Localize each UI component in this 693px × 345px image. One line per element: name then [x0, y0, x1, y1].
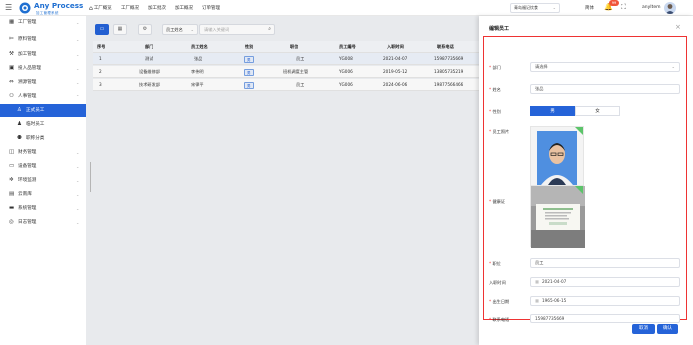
sidebar-item-finance[interactable]: ◫ 财务管理 ⌄	[0, 146, 86, 159]
phone-label: * 联系电话	[489, 317, 510, 322]
nav-item-batch[interactable]: 加工批次	[148, 5, 166, 11]
photo-label: * 员工照片	[489, 129, 510, 134]
enterprise-select[interactable]: 青岛福记饮食 ⌄	[510, 3, 560, 13]
sidebar-item-device[interactable]: ▭ 设备管理 ⌄	[0, 160, 86, 173]
gender-male-option[interactable]: 男	[530, 106, 575, 116]
calendar-icon: ▦	[535, 279, 539, 284]
upload-success-icon	[575, 127, 583, 135]
certificate-image	[531, 186, 585, 248]
chevron-down-icon: ⌄	[76, 66, 80, 71]
chevron-down-icon: ⌄	[76, 37, 80, 42]
calendar-icon: ▦	[535, 298, 539, 303]
brand-subtitle: 加工管理系统	[36, 10, 59, 15]
health-cert-photo[interactable]	[530, 185, 585, 248]
sidebar-item-processing[interactable]: ⚒ 加工管理 ⌄	[0, 48, 86, 61]
cancel-button[interactable]: 取消	[632, 324, 655, 334]
chevron-down-icon: ⌄	[552, 5, 556, 10]
sidebar-item-temp-staff[interactable]: ♟ 临时员工	[0, 118, 86, 131]
portrait-image	[537, 131, 577, 185]
people-icon: ⚇	[9, 93, 14, 99]
name-input[interactable]: 张品	[530, 84, 680, 94]
health-cert-label: * 健康证	[489, 199, 506, 204]
top-bar: ☰ Any Process 加工管理系统 ⌂工厂概览 工厂概况 加工批次 加工概…	[0, 0, 693, 16]
nav-item-factory-status[interactable]: 工厂概况	[121, 5, 139, 11]
upload-success-icon	[575, 186, 583, 194]
box-icon: ▣	[9, 65, 15, 71]
hire-date-label: 入职时间	[489, 280, 506, 285]
dept-select[interactable]: 请选择 ⌄	[530, 62, 680, 72]
log-icon: ◎	[9, 219, 14, 225]
drawer-mask	[86, 16, 479, 345]
home-icon: ⌂	[89, 5, 93, 12]
wallet-icon: ◫	[9, 149, 15, 155]
chevron-down-icon: ⌄	[76, 52, 80, 57]
gender-female-option[interactable]: 女	[575, 106, 620, 116]
chevron-down-icon: ⌄	[76, 150, 80, 155]
sidebar-item-factory[interactable]: ▦ 工厂管理 ⌄	[0, 16, 86, 29]
sidebar-item-formal-staff[interactable]: ♙ 正式员工	[0, 104, 86, 117]
chevron-down-icon: ⌄	[76, 20, 80, 25]
drawer-title: 编辑员工	[489, 26, 510, 32]
chevron-down-icon: ⌄	[671, 64, 675, 69]
chevron-up-icon: ⌃	[76, 94, 80, 99]
chevron-down-icon: ⌄	[76, 192, 80, 197]
dept-label: * 部门	[489, 65, 501, 70]
leaf-icon: ✄	[9, 36, 14, 42]
nav-item-orders[interactable]: 订单管理	[202, 5, 220, 11]
notification-badge: 99	[609, 0, 619, 6]
grid-icon: ▦	[9, 19, 15, 25]
sidebar-item-input[interactable]: ▣ 投入品管理 ⌄	[0, 62, 86, 75]
sidebar: ▦ 工厂管理 ⌄ ✄ 原料管理 ⌄ ⚒ 加工管理 ⌄ ▣ 投入品管理 ⌄ ⇔ 溯源管理 ⌄ ⚇ 人事管…	[0, 16, 86, 345]
monitor-icon: ▬	[9, 205, 15, 211]
gender-radio-group: 男 女	[530, 106, 630, 116]
staff-photo[interactable]	[530, 126, 584, 188]
birth-date-label: * 出生日期	[489, 299, 510, 304]
group-icon: ⚉	[17, 135, 22, 141]
nav-item-process[interactable]: 加工概况	[175, 5, 193, 11]
phone-input[interactable]: 15987735669	[530, 314, 680, 323]
chevron-down-icon: ⌄	[76, 80, 80, 85]
person-icon: ♙	[17, 107, 22, 113]
name-label: * 姓名	[489, 87, 501, 92]
chevron-down-icon: ⌄	[76, 206, 80, 211]
edit-staff-drawer: 编辑员工 × * 部门 请选择 ⌄ * 姓名 张品 * 性别 男 女 * 员工照片…	[479, 16, 693, 345]
device-icon: ▭	[9, 163, 15, 169]
chevron-down-icon: ⌄	[76, 178, 80, 183]
sidebar-item-log[interactable]: ◎ 日志管理 ⌄	[0, 216, 86, 229]
language-switch[interactable]: 简体	[585, 5, 594, 11]
menu-icon[interactable]: ☰	[5, 4, 12, 12]
folder-icon: ▤	[9, 191, 15, 197]
sidebar-item-system[interactable]: ▬ 系统管理 ⌄	[0, 202, 86, 215]
logo-icon	[19, 2, 31, 14]
close-icon[interactable]: ×	[675, 23, 681, 31]
staff-form: * 部门 请选择⌄ * 姓名 张品 * 性别 男 女 * 员工照片 * 健康证	[483, 36, 687, 323]
nav-item-factory-overview[interactable]: ⌂工厂概览	[89, 5, 112, 12]
gear-icon: ✲	[9, 177, 14, 183]
hammer-icon: ⚒	[9, 51, 14, 57]
hire-date-picker[interactable]: ▦ 2021-04-07	[530, 277, 680, 287]
link-icon: ⇔	[9, 79, 14, 85]
chevron-down-icon: ⌄	[76, 220, 80, 225]
birth-date-picker[interactable]: ▦ 1965-06-15	[530, 296, 680, 306]
sidebar-item-env[interactable]: ✲ 环境监测 ⌄	[0, 174, 86, 187]
brand-name: Any Process	[34, 1, 84, 10]
username[interactable]: anyItem	[642, 5, 661, 10]
confirm-button[interactable]: 确认	[657, 324, 678, 334]
chevron-down-icon: ⌄	[76, 164, 80, 169]
position-label: * 职位	[489, 261, 501, 266]
sidebar-item-hr[interactable]: ⚇ 人事管理 ⌃	[0, 90, 86, 103]
avatar[interactable]	[664, 2, 676, 14]
sidebar-item-title-class[interactable]: ⚉ 职称分类	[0, 132, 86, 145]
person-icon: ♟	[17, 121, 22, 127]
sidebar-item-material[interactable]: ✄ 原料管理 ⌄	[0, 33, 86, 46]
sidebar-item-repo[interactable]: ▤ 云南库 ⌄	[0, 188, 86, 201]
fullscreen-icon[interactable]: ⛶	[621, 3, 626, 12]
gender-label: * 性别	[489, 109, 501, 114]
sidebar-item-trace[interactable]: ⇔ 溯源管理 ⌄	[0, 76, 86, 89]
position-input[interactable]: 员工	[530, 258, 680, 268]
